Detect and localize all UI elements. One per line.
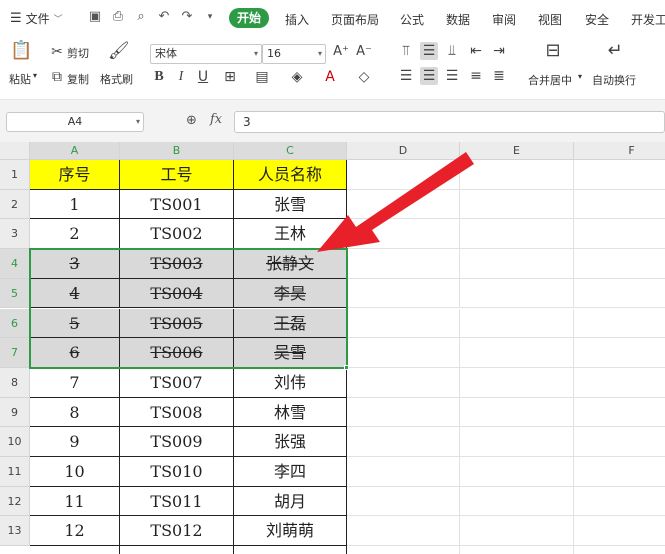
decrease-font-icon[interactable]: A⁻ xyxy=(356,43,372,61)
customize-toolbar-icon[interactable]: ▾ xyxy=(202,9,218,25)
paste-icon[interactable]: 📋 xyxy=(10,42,32,60)
tab-data[interactable]: 数据 xyxy=(446,11,470,28)
tab-security[interactable]: 安全 xyxy=(585,11,609,28)
file-menu-label: 文件 xyxy=(25,12,50,26)
cell-style-icon[interactable]: ▤ xyxy=(254,68,270,86)
wrap-text-icon: ↵ xyxy=(607,40,623,61)
annotation-arrow xyxy=(317,152,474,252)
tab-home[interactable]: 开始 xyxy=(229,8,269,28)
format-painter-icon: 🖌 xyxy=(108,41,130,61)
italic-icon[interactable]: I xyxy=(174,68,188,86)
align-top-icon[interactable]: ⫪ xyxy=(398,42,414,60)
underline-icon[interactable]: U xyxy=(196,68,210,86)
justify-icon[interactable]: ≡ xyxy=(468,67,484,85)
chevron-down-icon[interactable]: ▾ xyxy=(33,71,37,80)
font-size-select[interactable]: 16 ▾ xyxy=(262,44,326,64)
merge-cells-icon: ⊟ xyxy=(545,40,561,61)
file-menu[interactable]: ☰ 文件 ﹀ xyxy=(10,10,63,27)
spreadsheet-grid[interactable]: A B C D E F 1 2 3 4 5 6 7 8 9 10 11 12 13 序号 工号 人员名称 1 TS001 张雪 2… xyxy=(0,142,665,554)
undo-icon[interactable]: ↶ xyxy=(156,9,172,25)
fill-color-icon[interactable]: ◈ xyxy=(289,68,305,86)
tab-formulas[interactable]: 公式 xyxy=(400,11,424,28)
hamburger-icon: ☰ xyxy=(10,11,22,26)
copy-icon: ⧉ xyxy=(52,69,62,85)
align-center-icon[interactable]: ☰ xyxy=(420,67,438,85)
zoom-icon[interactable]: ⊕ xyxy=(186,113,197,128)
arrow-shape xyxy=(317,152,474,252)
name-box[interactable]: A4 ▾ xyxy=(6,112,144,132)
merge-center-button[interactable]: 合并居中 xyxy=(528,72,572,88)
ribbon: 📋 粘贴 ▾ ✂ 剪切 ⧉ 复制 🖌 格式刷 宋体 ▾ 16 ▾ A⁺ A⁻ B… xyxy=(0,36,665,100)
function-icon[interactable]: fx xyxy=(210,112,222,127)
tab-page-layout[interactable]: 页面布局 xyxy=(331,11,379,28)
save-icon[interactable]: ▣ xyxy=(87,9,103,25)
scissors-icon: ✂ xyxy=(51,44,63,60)
increase-font-icon[interactable]: A⁺ xyxy=(333,43,349,61)
tab-view[interactable]: 视图 xyxy=(538,11,562,28)
menu-bar: ☰ 文件 ﹀ ▣ ⎙ ⌕ ↶ ↷ ▾ 开始 插入 页面布局 公式 数据 审阅 视… xyxy=(0,0,665,36)
format-painter-button[interactable]: 格式刷 xyxy=(100,71,133,87)
decrease-indent-icon[interactable]: ⇤ xyxy=(468,42,484,60)
font-name-select[interactable]: 宋体 ▾ xyxy=(150,44,262,64)
formula-input[interactable]: 3 xyxy=(234,111,665,133)
distributed-icon[interactable]: ≣ xyxy=(491,67,507,85)
chevron-down-icon: ﹀ xyxy=(53,15,63,25)
formula-bar: A4 ▾ ⊕ fx 3 xyxy=(0,100,665,142)
cut-button[interactable]: 剪切 xyxy=(67,45,89,61)
wrap-text-button[interactable]: 自动换行 xyxy=(592,72,636,88)
align-right-icon[interactable]: ☰ xyxy=(444,67,460,85)
increase-indent-icon[interactable]: ⇥ xyxy=(491,42,507,60)
copy-button[interactable]: 复制 xyxy=(67,71,89,87)
align-left-icon[interactable]: ☰ xyxy=(398,67,414,85)
paste-button[interactable]: 粘贴 xyxy=(9,71,31,87)
font-name-value: 宋体 xyxy=(155,47,177,60)
tab-developer[interactable]: 开发工 xyxy=(631,11,665,28)
borders-icon[interactable]: ⊞ xyxy=(222,68,238,86)
print-icon[interactable]: ⎙ xyxy=(110,9,126,25)
chevron-down-icon[interactable]: ▾ xyxy=(578,72,582,81)
redo-icon[interactable]: ↷ xyxy=(179,9,195,25)
clear-format-icon[interactable]: ◇ xyxy=(356,68,372,86)
bold-icon[interactable]: B xyxy=(152,68,166,86)
tab-review[interactable]: 审阅 xyxy=(492,11,516,28)
font-size-value: 16 xyxy=(267,47,281,60)
align-middle-icon[interactable]: ☰ xyxy=(420,42,438,60)
name-box-value: A4 xyxy=(67,115,83,128)
align-bottom-icon[interactable]: ⫫ xyxy=(444,42,460,60)
font-color-icon[interactable]: A xyxy=(322,68,338,86)
tab-insert[interactable]: 插入 xyxy=(285,11,309,28)
chevron-down-icon: ▾ xyxy=(135,117,140,126)
chevron-down-icon: ▾ xyxy=(317,49,322,58)
print-preview-icon[interactable]: ⌕ xyxy=(133,9,149,25)
chevron-down-icon: ▾ xyxy=(253,49,258,58)
